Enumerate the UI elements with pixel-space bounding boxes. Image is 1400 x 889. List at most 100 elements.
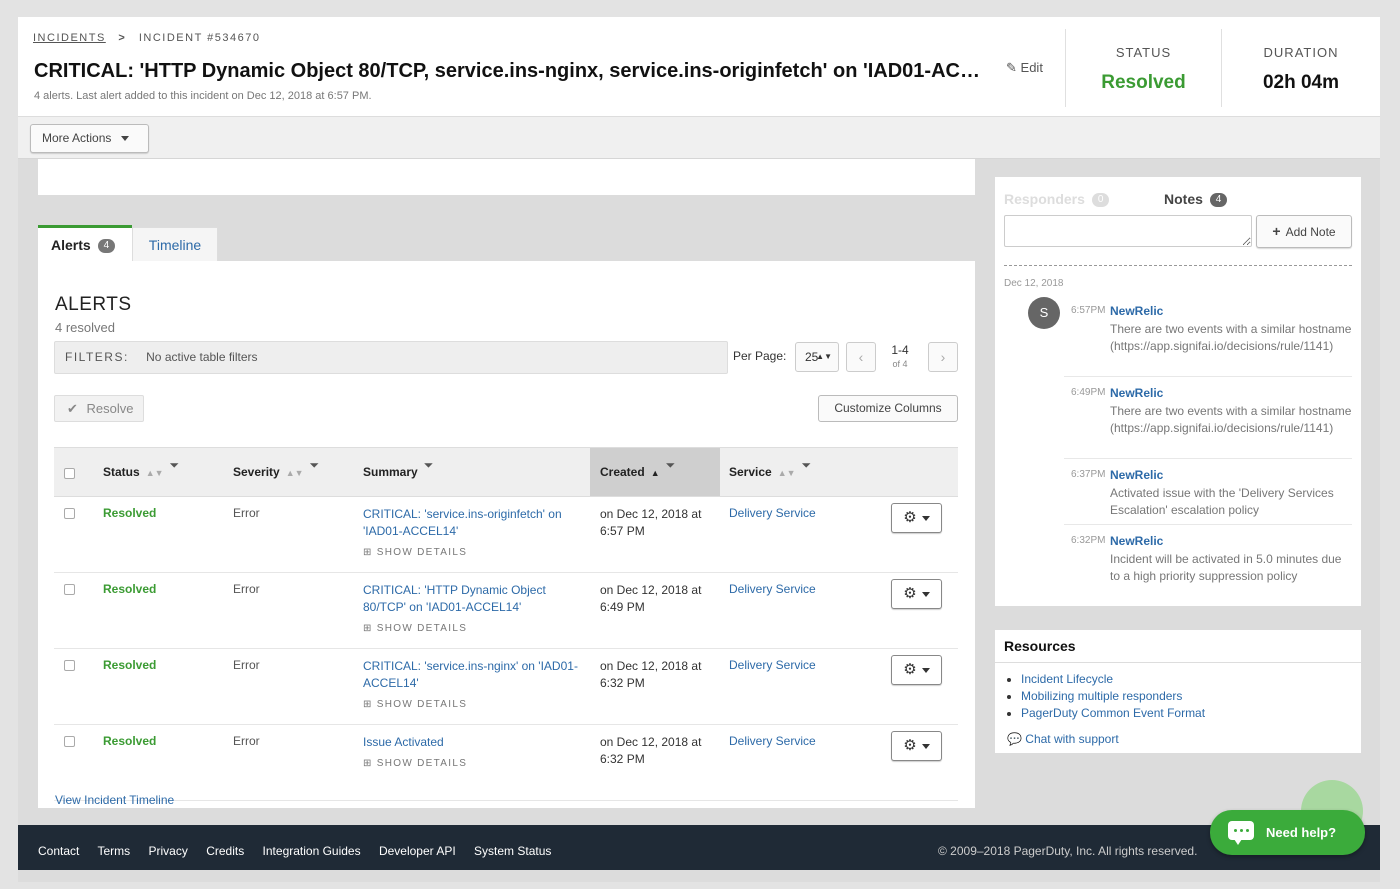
add-note-button[interactable]: + Add Note bbox=[1256, 215, 1352, 248]
column-created[interactable]: Created ▲ ⏷ bbox=[600, 458, 675, 480]
row-status: Resolved bbox=[103, 658, 157, 672]
more-actions-button[interactable]: More Actions bbox=[30, 124, 149, 153]
pencil-icon: ✎ bbox=[1006, 60, 1017, 75]
alerts-count-badge: 4 bbox=[97, 239, 116, 254]
column-status[interactable]: Status ▲▼ ⏷ bbox=[103, 458, 179, 480]
show-details-toggle[interactable]: ⊞ SHOW DETAILS bbox=[363, 755, 583, 772]
row-severity: Error bbox=[233, 582, 260, 596]
note-input[interactable] bbox=[1004, 215, 1252, 247]
footer-link-contact[interactable]: Contact bbox=[38, 844, 79, 858]
row-summary-link[interactable]: CRITICAL: 'HTTP Dynamic Object 80/TCP' o… bbox=[363, 583, 546, 614]
edit-title-button[interactable]: ✎ Edit bbox=[1006, 60, 1043, 76]
breadcrumb-incidents-link[interactable]: INCIDENTS bbox=[33, 32, 106, 44]
row-actions-button[interactable]: ⚙ bbox=[891, 655, 942, 685]
customize-columns-button[interactable]: Customize Columns bbox=[818, 395, 958, 422]
note-item: 6:49PM NewRelic There are two events wit… bbox=[1064, 386, 1352, 459]
show-details-toggle[interactable]: ⊞ SHOW DETAILS bbox=[363, 696, 583, 713]
note-author[interactable]: NewRelic bbox=[1110, 468, 1163, 482]
column-created-label: Created bbox=[600, 465, 645, 479]
select-all-checkbox[interactable] bbox=[64, 468, 75, 479]
row-summary: CRITICAL: 'service.ins-originfetch' on '… bbox=[363, 506, 583, 561]
resource-link[interactable]: Incident Lifecycle bbox=[1021, 672, 1113, 686]
resource-link[interactable]: PagerDuty Common Event Format bbox=[1021, 706, 1205, 720]
footer-link-developer-api[interactable]: Developer API bbox=[379, 844, 456, 858]
row-status: Resolved bbox=[103, 582, 157, 596]
filter-icon[interactable]: ⏷ bbox=[424, 458, 434, 472]
footer-link-integration-guides[interactable]: Integration Guides bbox=[263, 844, 361, 858]
pager-range-value: 1-4 bbox=[891, 343, 909, 357]
column-summary[interactable]: Summary ⏷ bbox=[363, 458, 433, 480]
note-author[interactable]: NewRelic bbox=[1110, 534, 1163, 548]
filter-icon[interactable]: ⏷ bbox=[802, 458, 812, 472]
row-service-link[interactable]: Delivery Service bbox=[729, 582, 816, 596]
tab-notes-label: Notes bbox=[1164, 191, 1203, 207]
resolve-button[interactable]: ✔ Resolve bbox=[54, 395, 144, 422]
need-help-label: Need help? bbox=[1266, 825, 1337, 840]
note-body: Incident will be activated in 5.0 minute… bbox=[1110, 552, 1342, 583]
responders-count-badge: 0 bbox=[1091, 193, 1110, 208]
row-severity: Error bbox=[233, 506, 260, 520]
show-details-toggle[interactable]: ⊞ SHOW DETAILS bbox=[363, 544, 583, 561]
row-summary-link[interactable]: CRITICAL: 'service.ins-originfetch' on '… bbox=[363, 507, 562, 538]
footer-link-credits[interactable]: Credits bbox=[206, 844, 244, 858]
status-box: STATUS Resolved bbox=[1065, 29, 1221, 107]
show-details-label: SHOW DETAILS bbox=[376, 758, 468, 769]
filters-bar[interactable]: FILTERS: No active table filters bbox=[54, 341, 728, 374]
row-summary-link[interactable]: Issue Activated bbox=[363, 735, 444, 749]
filter-icon[interactable]: ⏷ bbox=[666, 458, 676, 472]
footer-link-system-status[interactable]: System Status bbox=[474, 844, 551, 858]
note-item: 6:37PM NewRelic Activated issue with the… bbox=[1064, 468, 1352, 525]
table-row: Resolved Error CRITICAL: 'HTTP Dynamic O… bbox=[54, 573, 958, 649]
resource-link[interactable]: Mobilizing multiple responders bbox=[1021, 689, 1182, 703]
resources-panel: Resources Incident Lifecycle Mobilizing … bbox=[995, 630, 1361, 753]
row-checkbox[interactable] bbox=[64, 584, 75, 595]
edit-label: Edit bbox=[1020, 60, 1043, 75]
row-service-link[interactable]: Delivery Service bbox=[729, 506, 816, 520]
view-incident-timeline-link[interactable]: View Incident Timeline bbox=[55, 793, 174, 807]
gear-icon: ⚙ bbox=[903, 737, 917, 754]
footer-link-terms[interactable]: Terms bbox=[97, 844, 130, 858]
next-page-button[interactable]: › bbox=[928, 342, 958, 372]
column-service-label: Service bbox=[729, 465, 772, 479]
tab-timeline[interactable]: Timeline bbox=[132, 227, 218, 263]
table-row: Resolved Error CRITICAL: 'service.ins-ng… bbox=[54, 649, 958, 725]
tab-responders[interactable]: Responders 0 bbox=[1004, 191, 1110, 208]
column-severity[interactable]: Severity ▲▼ ⏷ bbox=[233, 458, 319, 480]
footer-link-privacy[interactable]: Privacy bbox=[149, 844, 188, 858]
row-status: Resolved bbox=[103, 506, 157, 520]
prev-page-button[interactable]: ‹ bbox=[846, 342, 876, 372]
note-time: 6:57PM bbox=[1071, 305, 1106, 316]
footer: Contact Terms Privacy Credits Integratio… bbox=[18, 825, 1380, 870]
resource-item: Mobilizing multiple responders bbox=[1021, 688, 1205, 705]
incident-title: CRITICAL: 'HTTP Dynamic Object 80/TCP, s… bbox=[34, 60, 994, 82]
duration-label: DURATION bbox=[1263, 45, 1339, 60]
row-actions-button[interactable]: ⚙ bbox=[891, 579, 942, 609]
note-author[interactable]: NewRelic bbox=[1110, 386, 1163, 400]
row-actions-button[interactable]: ⚙ bbox=[891, 503, 942, 533]
per-page-select[interactable]: 25 ▲▼ bbox=[795, 342, 839, 372]
row-service-link[interactable]: Delivery Service bbox=[729, 658, 816, 672]
need-help-button[interactable]: Need help? bbox=[1210, 810, 1365, 855]
notes-date: Dec 12, 2018 bbox=[1004, 278, 1064, 289]
show-details-toggle[interactable]: ⊞ SHOW DETAILS bbox=[363, 620, 583, 637]
tab-notes[interactable]: Notes 4 bbox=[1164, 191, 1228, 208]
row-checkbox[interactable] bbox=[64, 736, 75, 747]
filter-icon[interactable]: ⏷ bbox=[310, 458, 320, 472]
sort-icon: ▲▼ bbox=[777, 468, 796, 478]
row-actions-button[interactable]: ⚙ bbox=[891, 731, 942, 761]
tab-alerts-label: Alerts bbox=[51, 237, 91, 253]
filter-icon[interactable]: ⏷ bbox=[170, 458, 180, 472]
tab-alerts[interactable]: Alerts 4 bbox=[38, 225, 132, 261]
chat-with-support-link[interactable]: 💬 Chat with support bbox=[1007, 732, 1119, 746]
show-details-label: SHOW DETAILS bbox=[376, 623, 468, 634]
row-service-link[interactable]: Delivery Service bbox=[729, 734, 816, 748]
note-time: 6:32PM bbox=[1071, 535, 1106, 546]
row-checkbox[interactable] bbox=[64, 508, 75, 519]
top-panel bbox=[38, 159, 975, 195]
column-service[interactable]: Service ▲▼ ⏷ bbox=[729, 458, 811, 480]
row-checkbox[interactable] bbox=[64, 660, 75, 671]
gear-icon: ⚙ bbox=[903, 661, 917, 678]
note-author[interactable]: NewRelic bbox=[1110, 304, 1163, 318]
row-summary-link[interactable]: CRITICAL: 'service.ins-nginx' on 'IAD01-… bbox=[363, 659, 578, 690]
avatar: S bbox=[1028, 297, 1060, 329]
